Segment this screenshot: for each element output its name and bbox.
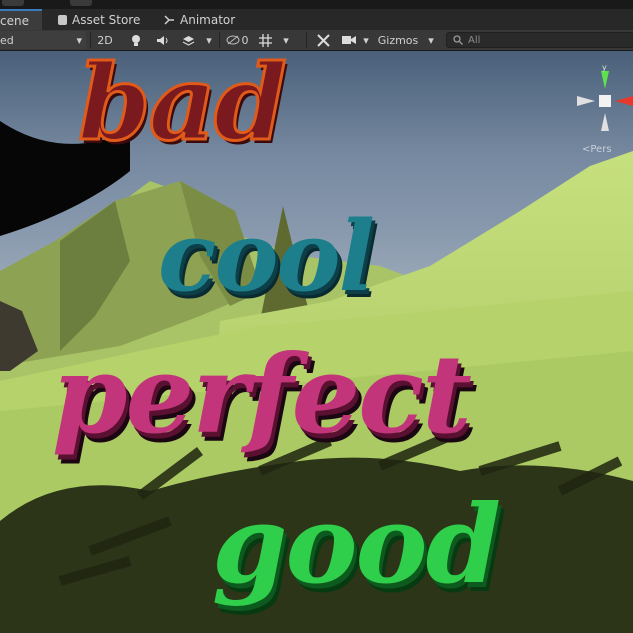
perspective-label[interactable]: <Pers [582,144,612,155]
tab-animator[interactable]: Animator [158,9,241,30]
camera-dropdown[interactable]: ▾ [360,31,372,49]
gizmos-dropdown[interactable]: ▾ [424,31,438,49]
search-icon [453,35,463,45]
tab-label: Asset Store [72,12,141,27]
shopping-bag-icon [58,14,67,25]
chevron-down-icon: ▾ [428,33,434,47]
grid-dropdown[interactable]: ▾ [277,31,295,49]
gizmo-y-axis[interactable] [601,71,609,89]
scene-search-input[interactable]: All [446,32,633,48]
tools-button[interactable] [312,31,334,49]
shading-mode-dropdown[interactable]: ed ▾ [0,31,86,49]
layers-icon [182,35,194,46]
lighting-toggle-button[interactable] [124,31,148,49]
lightbulb-icon [132,34,140,46]
chevron-down-icon: ▾ [363,33,369,47]
grid-icon [258,33,272,47]
text-cool: cool [158,200,375,313]
speaker-icon [156,35,167,45]
tools-icon [316,33,330,47]
tab-scene[interactable]: cene [0,9,42,30]
tab-asset-store[interactable]: Asset Store [52,9,146,30]
animator-icon [164,14,174,25]
grid-toggle-button[interactable] [254,31,276,49]
text-perfect: perfect [52,332,472,458]
gizmo-center-cube[interactable] [599,95,611,107]
divider [306,32,307,48]
tab-label: cene [0,13,29,28]
audio-toggle-button[interactable] [150,31,174,49]
svg-text:y: y [602,63,607,72]
scene-toolbar: ed ▾ 2D ▾ 0 ▾ ▾ Gizmos ▾ All [0,30,633,51]
editor-tab-bar: cene Asset Store Animator [0,9,633,31]
tab-label: Animator [180,12,236,27]
scene-viewport[interactable]: bad cool perfect good y <Pers [0,51,633,633]
gizmo-neg-y-axis[interactable] [601,113,609,131]
chevron-down-icon: ▾ [206,33,212,47]
gizmo-neg-x-axis[interactable] [577,96,595,106]
chevron-down-icon: ▾ [76,33,82,47]
divider [90,32,91,48]
text-good: good [212,482,501,608]
shading-mode-label: ed [0,33,14,47]
gizmos-label: Gizmos [377,33,419,47]
effects-toggle-button[interactable] [176,31,200,49]
hidden-objects-toggle[interactable]: 0 [222,31,252,49]
search-placeholder: All [468,34,481,46]
gizmo-x-axis[interactable] [615,96,633,106]
window-top-strip [0,0,633,9]
chevron-down-icon: ▾ [283,33,289,47]
hidden-count: 0 [241,33,249,47]
effects-dropdown[interactable]: ▾ [200,31,218,49]
window-tab-stub [70,0,92,6]
toggle-2d-label: 2D [97,33,113,47]
camera-icon [342,36,356,44]
toggle-2d-button[interactable]: 2D [93,31,117,49]
gizmos-button[interactable]: Gizmos [374,31,422,49]
window-tab-stub [2,0,24,6]
camera-button[interactable] [338,31,360,49]
text-bad: bad [77,51,289,164]
divider [219,32,220,48]
eye-slash-icon [226,35,239,45]
